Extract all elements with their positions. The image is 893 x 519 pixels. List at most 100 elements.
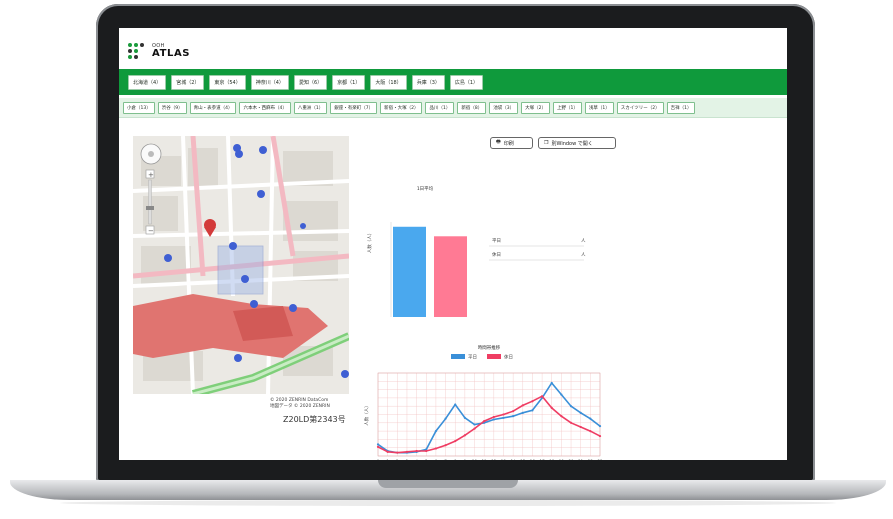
area-chip[interactable]: 銀座・有楽町（7） [330, 101, 378, 114]
series-point [376, 443, 380, 446]
prefecture-chip[interactable]: 京都（1） [332, 74, 366, 90]
series-point [502, 413, 505, 416]
x-tick-label: 13 [501, 459, 507, 460]
series-point [560, 415, 563, 418]
x-tick-label: 1 [386, 459, 389, 460]
x-tick-label: 4 [415, 459, 418, 460]
laptop-notch [378, 480, 518, 488]
series-point [473, 423, 476, 426]
area-chip[interactable]: 大塚（2） [521, 101, 550, 114]
area-chip[interactable]: 浅草（1） [584, 101, 614, 114]
x-tick-label: 7 [444, 459, 447, 460]
area-filter-bar: 小倉（13） 渋谷（9） 青山・表参道（4） 六本木・西麻布（4） 八重洲（1） 銀座・有… [119, 98, 787, 118]
series-point [376, 445, 380, 448]
area-chip[interactable]: 青山・表参道（4） [189, 101, 237, 114]
series-point [512, 415, 515, 418]
prefecture-chip[interactable]: 北海道（4） [128, 74, 167, 90]
map-license-number: Z20LD第2343号 [283, 415, 346, 424]
x-tick-label: 5 [425, 459, 428, 460]
open-new-window-button[interactable]: ❐ 別Window で開く [538, 137, 616, 149]
series-point [434, 447, 438, 450]
area-chip[interactable]: 新宿・大塚（2） [380, 101, 423, 114]
series-point [444, 444, 447, 447]
x-tick-label: 18 [549, 459, 555, 460]
series-point [454, 403, 457, 406]
laptop-shadow [60, 500, 836, 506]
area-chip[interactable]: 小倉（13） [123, 101, 155, 114]
series-point [589, 430, 592, 433]
x-tick-label: 6 [435, 459, 438, 460]
x-tick-label: 8 [454, 459, 457, 460]
legend-swatch [487, 354, 501, 359]
series-point [386, 450, 389, 453]
series-point [512, 410, 515, 413]
prefecture-chip[interactable]: 兵庫（3） [411, 74, 445, 90]
pan-control-icon [140, 143, 162, 165]
series-point [531, 400, 534, 403]
series-point [550, 381, 553, 385]
series-point [396, 451, 399, 454]
series-point [463, 416, 466, 419]
series-point [598, 425, 602, 428]
ooh-atlas-logo[interactable]: OOH ATLAS [128, 43, 190, 59]
area-chip[interactable]: 六本木・西麻布（4） [239, 101, 291, 114]
series-point [531, 409, 534, 412]
area-chip[interactable]: 新宿（8） [457, 101, 487, 114]
prefecture-chip[interactable]: 大阪（18） [370, 74, 407, 90]
summary-row-label: 平日 [492, 238, 501, 244]
prefecture-chip[interactable]: 東京（54） [209, 74, 246, 90]
series-point [598, 434, 602, 438]
x-tick-label: 16 [530, 459, 536, 460]
summary-row-label: 休日 [492, 251, 501, 258]
area-chip[interactable]: 池袋（3） [489, 101, 519, 114]
x-tick-label: 15 [520, 459, 526, 460]
svg-text:+: + [148, 171, 154, 179]
series-point [463, 434, 466, 437]
series-point [521, 411, 524, 414]
x-tick-label: 2 [396, 459, 399, 460]
x-tick-label: 10 [472, 459, 478, 460]
area-chip[interactable]: 吉祥（1） [666, 101, 696, 114]
prefecture-chip[interactable]: 愛知（6） [293, 74, 328, 90]
series-point [502, 416, 505, 419]
daily-average-bar-chart: 1日平均人数（人）平日休日平日人休日人 [366, 185, 586, 317]
x-tick-label: 12 [491, 459, 497, 460]
series-point [483, 420, 486, 423]
x-tick-label: 9 [464, 459, 467, 460]
logo-mark-icon [128, 43, 146, 59]
x-tick-label: 17 [540, 459, 546, 460]
location-map[interactable]: + − [133, 136, 349, 394]
x-tick-label: 14 [511, 459, 517, 460]
map-credit: © 2020 ZENRIN DataCom 地図データ © 2020 ZENRI… [270, 398, 330, 409]
area-chip[interactable]: 八重洲（1） [293, 101, 328, 114]
series-point [454, 439, 457, 443]
series-point [540, 395, 544, 398]
series-point [579, 425, 582, 429]
prefecture-chip[interactable]: 宮城（2） [171, 74, 205, 90]
legend-label: 平日 [468, 355, 477, 361]
prefecture-chip[interactable]: 広島（1） [449, 74, 484, 90]
area-chip[interactable]: 渋谷（9） [157, 101, 187, 114]
hourly-trend-line-chart: 時間帯推移平日休日人数（人）01234567891011121314151617… [363, 344, 603, 460]
map-canvas[interactable]: + − [133, 136, 349, 394]
chart-title: 時間帯推移 [478, 344, 501, 351]
summary-row-unit: 人 [581, 252, 586, 258]
logo-title: ATLAS [152, 47, 191, 59]
laptop-mockup: OOH ATLAS 北海道（4） 宮城（2） 東京（54） 神奈川（4） 愛知（6） 京都… [0, 0, 893, 519]
area-chip[interactable]: 上野（1） [552, 101, 582, 114]
series-line-休日 [377, 395, 601, 454]
series-point [415, 449, 418, 453]
x-tick-label: 3 [406, 459, 409, 460]
series-point [473, 427, 476, 430]
x-tick-label: 22 [588, 459, 594, 460]
prefecture-filter-bar: 北海道（4） 宮城（2） 東京（54） 神奈川（4） 愛知（6） 京都（1） 大阪（18）兵… [119, 69, 787, 95]
prefecture-chip[interactable]: 神奈川（4） [250, 74, 289, 90]
x-tick-label: 19 [559, 459, 565, 460]
area-chip[interactable]: 品川（1） [425, 101, 455, 114]
series-point [560, 393, 563, 396]
series-point [405, 450, 409, 453]
app-screen: OOH ATLAS 北海道（4） 宮城（2） 東京（54） 神奈川（4） 愛知（6） 京都… [119, 28, 787, 460]
print-button[interactable]: 🖶 印刷 [490, 137, 533, 149]
series-point [569, 421, 573, 424]
area-chip[interactable]: スカイツリー（2） [616, 101, 664, 114]
